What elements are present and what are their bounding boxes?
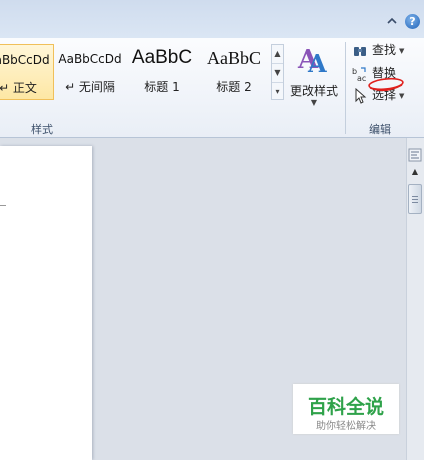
style-sample: AaBbCcDd <box>0 53 50 67</box>
group-divider <box>345 42 346 134</box>
style-tile-no-spacing[interactable]: AaBbCcDd ↵ 无间隔 <box>54 44 126 100</box>
find-button[interactable]: 查找 ▼ <box>352 41 404 61</box>
style-name: 标题 1 <box>144 80 180 94</box>
chevron-up-icon <box>387 17 397 24</box>
gallery-scroll-up-button[interactable]: ▲ <box>272 45 283 64</box>
binoculars-icon <box>354 46 366 56</box>
change-styles-label: 更改样式 <box>289 84 338 98</box>
style-sample: AaBbCcDd <box>58 52 122 66</box>
style-tile-heading-1[interactable]: AaBbC 标题 1 <box>126 44 198 100</box>
svg-text:A: A <box>307 49 327 78</box>
scrollbar-thumb[interactable] <box>408 184 422 214</box>
find-label: 查找 <box>372 43 397 57</box>
style-tile-normal[interactable]: AaBbCcDd ↵ 正文 <box>0 44 54 100</box>
gallery-scroll-down-button[interactable]: ▼ <box>272 64 283 83</box>
ribbon: AaBbCcDd ↵ 正文 AaBbCcDd ↵ 无间隔 AaBbC 标题 1 … <box>0 38 424 169</box>
ruler-toggle-icon[interactable] <box>408 148 422 162</box>
chevron-down-icon: ▼ <box>310 98 318 107</box>
thumb-grip <box>412 199 418 200</box>
red-annotation-scribble <box>368 77 404 92</box>
thumb-grip <box>412 196 418 197</box>
watermark-title: 百科全说 <box>307 396 384 418</box>
styles-group-label: 样式 <box>31 123 53 136</box>
style-name: 标题 2 <box>216 80 252 94</box>
document-page[interactable] <box>0 146 92 460</box>
scroll-up-button[interactable]: ▲ <box>408 166 422 178</box>
editing-group-label: 编辑 <box>369 123 391 136</box>
style-sample: AaBbC <box>207 48 261 68</box>
style-name: ↵ 正文 <box>0 81 37 95</box>
chevron-down-icon: ▼ <box>399 46 405 55</box>
thumb-grip <box>412 202 418 203</box>
styles-gallery-scroll: ▲ ▼ ▾ <box>271 44 284 100</box>
styles-A-icon: A A <box>297 45 327 78</box>
style-name: ↵ 无间隔 <box>65 80 115 94</box>
change-styles-button[interactable]: A A 更改样式 ▼ <box>287 42 341 112</box>
style-sample: AaBbC <box>131 47 193 68</box>
help-icon[interactable]: ? <box>405 14 420 29</box>
margin-marker <box>0 205 6 206</box>
watermark-subtitle: 助你轻松解决 <box>316 421 376 432</box>
title-bar: ? <box>0 0 424 38</box>
gallery-more-button[interactable]: ▾ <box>272 83 283 101</box>
style-tile-heading-2[interactable]: AaBbC 标题 2 <box>198 44 270 100</box>
collapse-ribbon-button[interactable] <box>384 14 400 28</box>
watermark-logo: 百科全说 助你轻松解决 <box>293 384 399 434</box>
